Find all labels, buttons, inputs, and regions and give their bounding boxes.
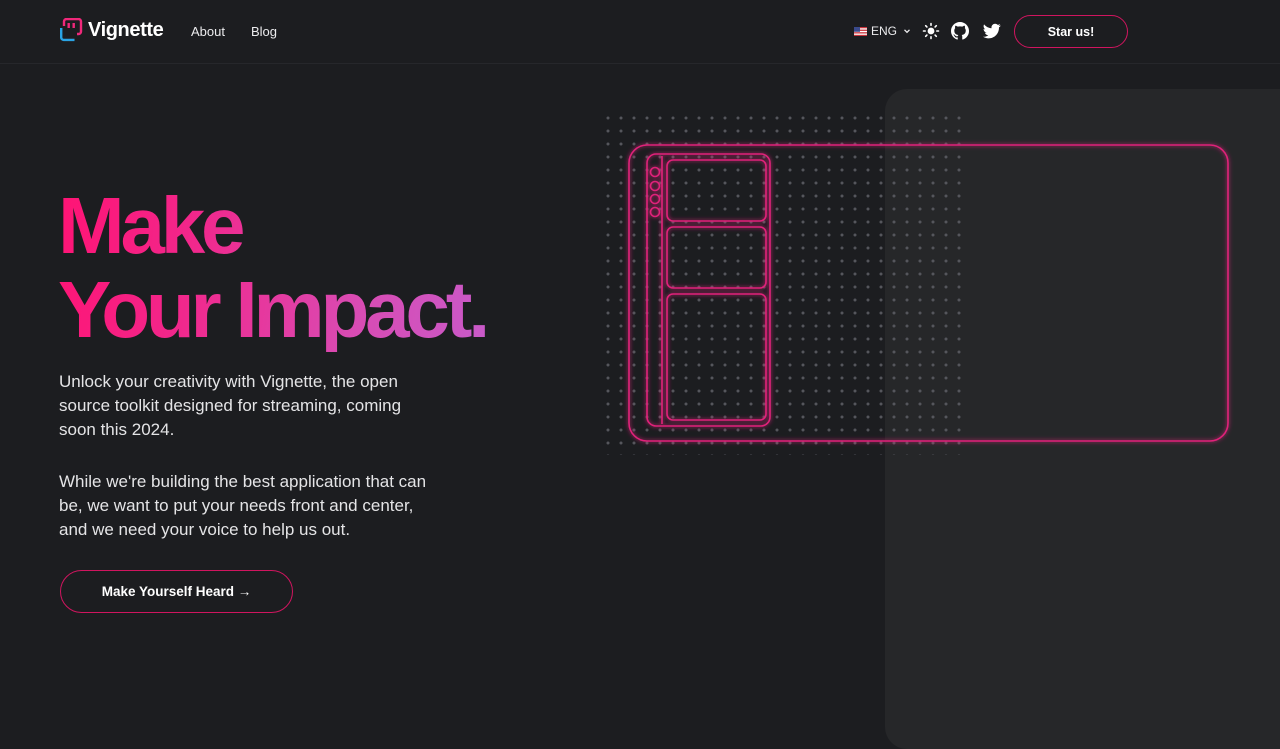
brand-name: Vignette	[88, 18, 164, 41]
chevron-down-icon	[904, 29, 910, 34]
twitter-icon[interactable]	[983, 22, 1001, 40]
nav-about-link[interactable]: About	[191, 24, 225, 39]
us-flag-icon	[854, 26, 867, 36]
github-icon[interactable]	[951, 22, 969, 40]
language-label: ENG	[871, 24, 898, 38]
hero-intro-paragraph: Unlock your creativity with Vignette, th…	[59, 372, 402, 439]
language-selector[interactable]: ENG	[854, 24, 911, 38]
logo-mark-icon	[60, 18, 83, 42]
hero-title-line-2: Your Impact.	[58, 265, 487, 354]
site-header: Vignette About Blog ENG Star us!	[0, 0, 1280, 64]
streaming-layout-illustration	[600, 110, 1229, 455]
sun-icon[interactable]	[922, 22, 940, 40]
hero-title-line-1: Make	[58, 181, 242, 270]
hero-feedback-paragraph: While we're building the best applicatio…	[59, 472, 427, 539]
make-yourself-heard-button[interactable]: Make Yourself Heard →	[60, 570, 293, 613]
star-us-button[interactable]: Star us!	[1014, 15, 1128, 48]
hero-title: Make Your Impact.	[58, 184, 486, 352]
dot-grid-pattern	[600, 110, 962, 455]
brand-logo-link[interactable]: Vignette	[59, 18, 164, 42]
nav-blog-link[interactable]: Blog	[251, 24, 277, 39]
